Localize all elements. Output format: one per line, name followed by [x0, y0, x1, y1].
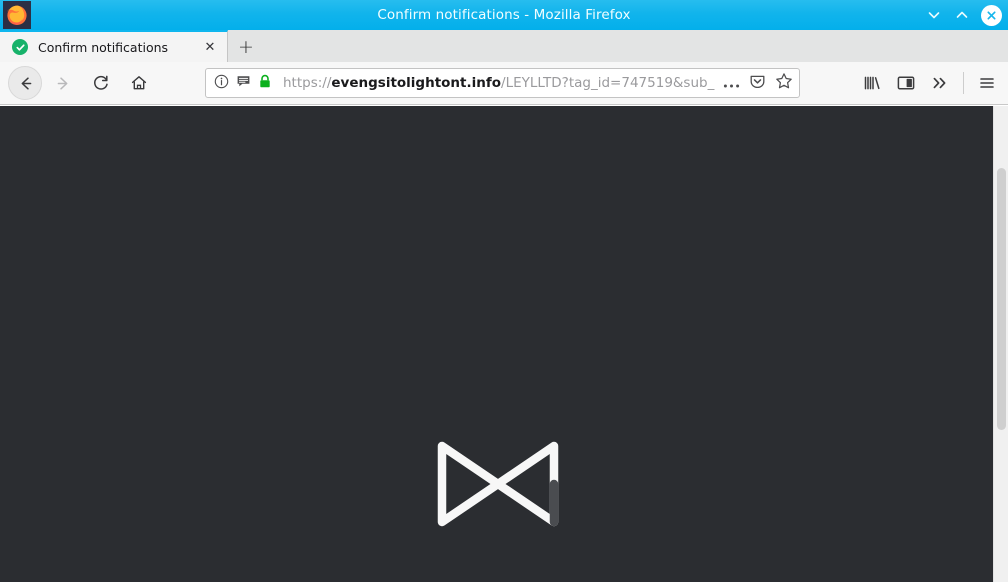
message-emphasis: Allow [432, 578, 508, 582]
bookmark-star-icon[interactable] [775, 72, 793, 94]
padlock-icon[interactable] [258, 74, 272, 93]
message-prefix: Please tap the [247, 578, 433, 582]
tab-strip: Confirm notifications ✕ + [0, 30, 1008, 63]
page-viewport: Please tap the Allow button to continue … [0, 106, 1008, 582]
browser-window: Confirm notifications - Mozilla Firefox … [0, 0, 1008, 582]
message-suffix: button to continue [508, 578, 746, 582]
window-title: Confirm notifications - Mozilla Firefox [377, 7, 631, 23]
notification-permission-icon[interactable] [236, 74, 251, 93]
bowtie-envelope-icon [431, 438, 565, 530]
reload-button[interactable] [84, 66, 118, 100]
scrollbar-thumb[interactable] [997, 168, 1006, 430]
toolbar-separator [963, 72, 964, 94]
maximize-button[interactable] [953, 6, 971, 24]
page-actions-ellipsis-icon[interactable] [723, 74, 740, 93]
title-bar: Confirm notifications - Mozilla Firefox [0, 0, 1008, 30]
url-actions [715, 72, 793, 94]
url-text[interactable]: https://evengsitolightont.info/LEYLLTD?t… [283, 75, 715, 91]
forward-button[interactable] [46, 66, 80, 100]
green-check-circle-icon [12, 39, 28, 55]
home-button[interactable] [122, 66, 156, 100]
page-content: Please tap the Allow button to continue … [0, 106, 993, 582]
pocket-icon[interactable] [749, 73, 766, 94]
tab-title: Confirm notifications [38, 39, 169, 55]
tab-confirm-notifications[interactable]: Confirm notifications ✕ [0, 30, 228, 62]
url-scheme: https:// [283, 75, 332, 91]
back-button[interactable] [8, 66, 42, 100]
sidebar-icon[interactable] [891, 68, 921, 98]
toolbar-right-icons [857, 68, 1002, 98]
hamburger-menu-icon[interactable] [972, 68, 1002, 98]
url-bar[interactable]: https://evengsitolightont.info/LEYLLTD?t… [205, 68, 800, 98]
minimize-button[interactable] [925, 6, 943, 24]
info-icon[interactable] [214, 74, 229, 93]
identity-box[interactable] [214, 74, 272, 93]
url-host: evengsitolightont.info [331, 75, 502, 91]
window-controls [925, 0, 1002, 30]
tab-close-icon[interactable]: ✕ [200, 37, 220, 57]
instruction-message: Please tap the Allow button to continue [0, 578, 993, 582]
new-tab-button[interactable]: + [233, 34, 259, 60]
close-button[interactable] [981, 4, 1002, 26]
vertical-scrollbar[interactable] [993, 106, 1008, 582]
overflow-chevrons-icon[interactable] [925, 68, 955, 98]
library-icon[interactable] [857, 68, 887, 98]
url-path: /LEYLLTD?tag_id=747519&sub_ [501, 75, 715, 91]
